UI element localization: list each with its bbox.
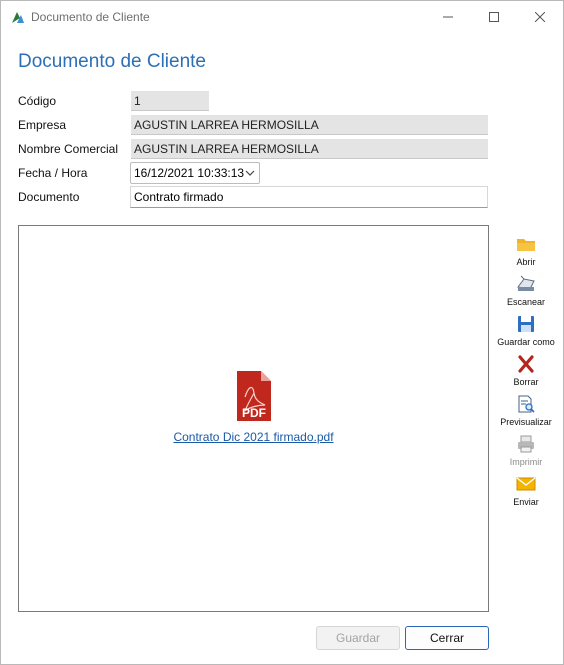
documento-input[interactable]: Contrato firmado bbox=[130, 186, 488, 208]
file-name-link[interactable]: Contrato Dic 2021 firmado.pdf bbox=[19, 430, 488, 444]
envelope-icon bbox=[516, 477, 536, 491]
empresa-label: Empresa bbox=[18, 118, 67, 132]
send-button[interactable]: Enviar bbox=[495, 473, 557, 511]
fecha-hora-label: Fecha / Hora bbox=[18, 166, 88, 180]
title-bar[interactable]: Documento de Cliente bbox=[1, 1, 563, 32]
document-preview-panel: PDF Contrato Dic 2021 firmado.pdf bbox=[18, 225, 489, 612]
scan-button[interactable]: Escanear bbox=[495, 273, 557, 311]
chevron-down-icon bbox=[245, 170, 255, 176]
preview-button[interactable]: Previsualizar bbox=[495, 393, 557, 431]
page-title: Documento de Cliente bbox=[18, 51, 206, 72]
nombre-comercial-label: Nombre Comercial bbox=[18, 142, 119, 156]
codigo-label: Código bbox=[18, 94, 57, 108]
open-label: Abrir bbox=[516, 257, 536, 267]
save-button[interactable]: Guardar bbox=[316, 626, 400, 650]
scan-label: Escanear bbox=[506, 297, 546, 307]
folder-icon bbox=[517, 239, 535, 251]
minimize-icon bbox=[443, 16, 453, 17]
delete-x-icon bbox=[518, 355, 534, 373]
save-as-label: Guardar como bbox=[497, 337, 555, 347]
floppy-disk-icon bbox=[518, 316, 534, 332]
open-button[interactable]: Abrir bbox=[495, 233, 557, 271]
pdf-icon-text: PDF bbox=[242, 406, 266, 420]
minimize-button[interactable] bbox=[425, 1, 471, 32]
maximize-icon bbox=[489, 11, 499, 22]
close-window-button[interactable] bbox=[517, 1, 563, 32]
save-as-button[interactable]: Guardar como bbox=[495, 313, 557, 351]
date-dropdown-button[interactable] bbox=[243, 166, 257, 180]
codigo-field: 1 bbox=[131, 91, 209, 111]
preview-document-icon bbox=[518, 395, 535, 413]
empresa-field: AGUSTIN LARREA HERMOSILLA bbox=[131, 115, 488, 135]
send-label: Enviar bbox=[513, 497, 539, 507]
dialog-window: Documento de Cliente Documento de Client… bbox=[0, 0, 564, 665]
preview-label: Previsualizar bbox=[500, 417, 552, 427]
nombre-comercial-field: AGUSTIN LARREA HERMOSILLA bbox=[131, 139, 488, 159]
pdf-file-icon: PDF bbox=[237, 371, 271, 421]
delete-label: Borrar bbox=[513, 377, 539, 387]
printer-icon bbox=[518, 435, 534, 453]
close-button[interactable]: Cerrar bbox=[405, 626, 489, 650]
fecha-hora-value[interactable]: 16/12/2021 10:33:13 bbox=[134, 166, 244, 180]
window-title: Documento de Cliente bbox=[31, 10, 150, 24]
delete-button[interactable]: Borrar bbox=[495, 353, 557, 391]
maximize-button[interactable] bbox=[471, 1, 517, 32]
print-button[interactable]: Imprimir bbox=[495, 433, 557, 471]
fecha-hora-picker[interactable]: 16/12/2021 10:33:13 bbox=[130, 162, 260, 184]
app-logo-icon bbox=[12, 12, 24, 23]
print-label: Imprimir bbox=[509, 457, 543, 467]
documento-label: Documento bbox=[18, 190, 80, 204]
close-icon bbox=[535, 11, 545, 22]
scanner-icon bbox=[517, 275, 535, 291]
